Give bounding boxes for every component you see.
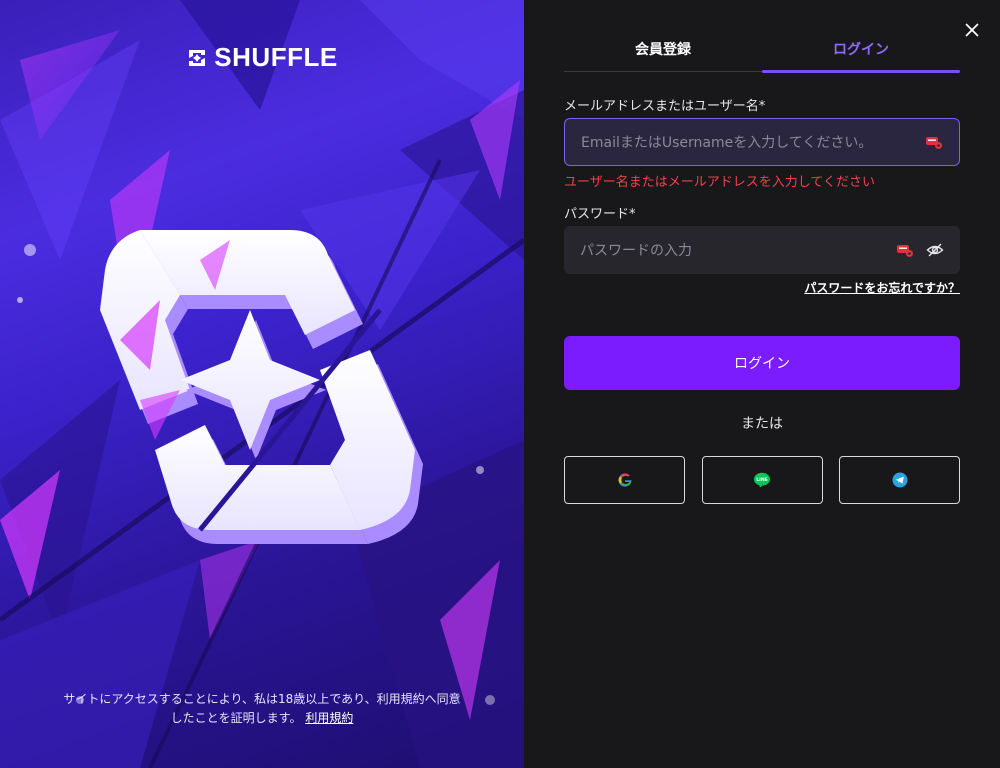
shuffle-logo-icon [189, 49, 206, 66]
terms-link[interactable]: 利用規約 [305, 711, 353, 725]
terms-line-2-text: したことを証明します。 [170, 711, 302, 725]
line-icon: LINE [754, 472, 770, 488]
username-label: メールアドレスまたはユーザー名* [564, 99, 766, 114]
login-form-panel: 会員登録 ログイン メールアドレスまたはユーザー名* EmailまたはUsern… [524, 0, 1000, 768]
google-login-button[interactable] [564, 456, 685, 504]
line-login-button[interactable]: LINE [701, 456, 823, 504]
terms-line-1: サイトにアクセスすることにより、私は18歳以上であり、利用規約へ同意 [63, 692, 461, 706]
brand-logo: SHUFFLE [0, 42, 524, 73]
eye-off-icon[interactable] [926, 241, 944, 259]
username-placeholder[interactable]: EmailまたはUsernameを入力してください。 [581, 132, 913, 152]
promo-art-panel: SHUFFLE サイトにアクセスすることにより、私は18歳以上であり、利用規約へ… [0, 0, 524, 768]
close-icon[interactable] [962, 20, 982, 40]
google-icon [617, 473, 632, 487]
auth-tabs: 会員登録 ログイン [564, 32, 960, 73]
username-field[interactable]: EmailまたはUsernameを入力してください。 [564, 118, 960, 166]
hero-logo-emblem [100, 230, 423, 544]
password-field[interactable]: パスワードの入力 [564, 226, 960, 274]
social-login-buttons: LINE [564, 456, 960, 504]
username-error: ユーザー名またはメールアドレスを入力してください [564, 175, 875, 190]
login-button[interactable]: ログイン [564, 336, 960, 390]
login-modal: SHUFFLE サイトにアクセスすることにより、私は18歳以上であり、利用規約へ… [0, 0, 1000, 768]
tab-login[interactable]: ログイン [762, 32, 960, 73]
tab-register[interactable]: 会員登録 [564, 32, 762, 71]
telegram-login-button[interactable] [839, 456, 960, 504]
terms-notice: サイトにアクセスすることにより、私は18歳以上であり、利用規約へ同意 したことを… [40, 690, 484, 728]
or-divider-text: または [741, 416, 783, 432]
forgot-password-link[interactable]: パスワードをお忘れですか？ [804, 279, 960, 296]
autofill-key-icon[interactable] [896, 241, 914, 259]
password-label: パスワード* [564, 207, 636, 222]
brand-name: SHUFFLE [214, 42, 338, 72]
telegram-icon [892, 472, 907, 488]
autofill-key-icon[interactable] [925, 133, 943, 151]
password-placeholder[interactable]: パスワードの入力 [580, 240, 884, 260]
terms-line-2: したことを証明します。 利用規約 [40, 709, 484, 728]
svg-text:LINE: LINE [756, 477, 768, 483]
